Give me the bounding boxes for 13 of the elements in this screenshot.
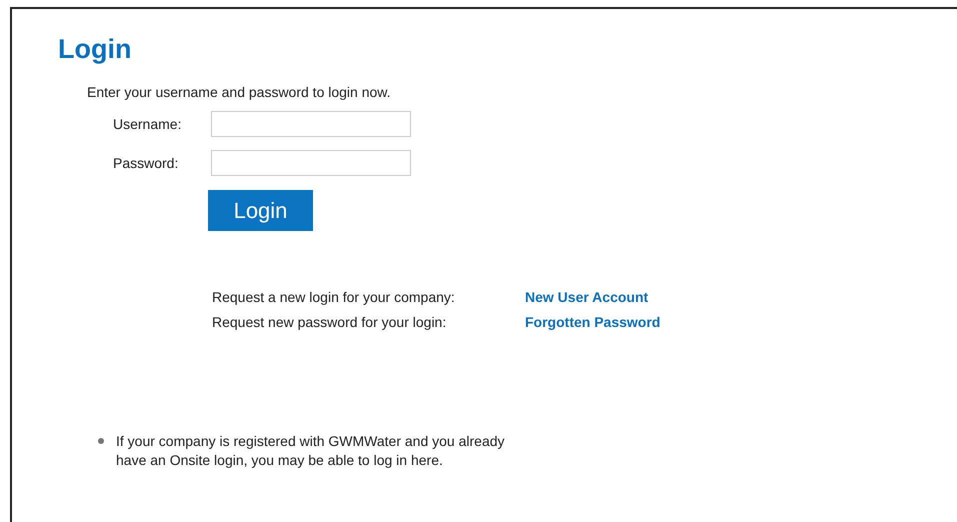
bullet-icon (98, 438, 104, 444)
request-label: Request a new login for your company: (212, 288, 456, 306)
request-link[interactable]: Forgotten Password (525, 313, 660, 331)
page-title: Login (58, 33, 132, 65)
login-button[interactable]: Login (208, 190, 313, 231)
instructions-text: Enter your username and password to login now. (87, 83, 391, 101)
field-label: Password: (113, 155, 180, 171)
field-label: Username: (113, 116, 182, 132)
request-link[interactable]: New User Account (525, 288, 648, 306)
input-field[interactable] (211, 111, 411, 137)
note-text: If your company is registered with GWMWater and you already have an Onsite login, you may be able to log in here. (116, 432, 506, 470)
request-label: Request new password for your login: (212, 313, 448, 331)
input-field[interactable] (211, 150, 411, 176)
